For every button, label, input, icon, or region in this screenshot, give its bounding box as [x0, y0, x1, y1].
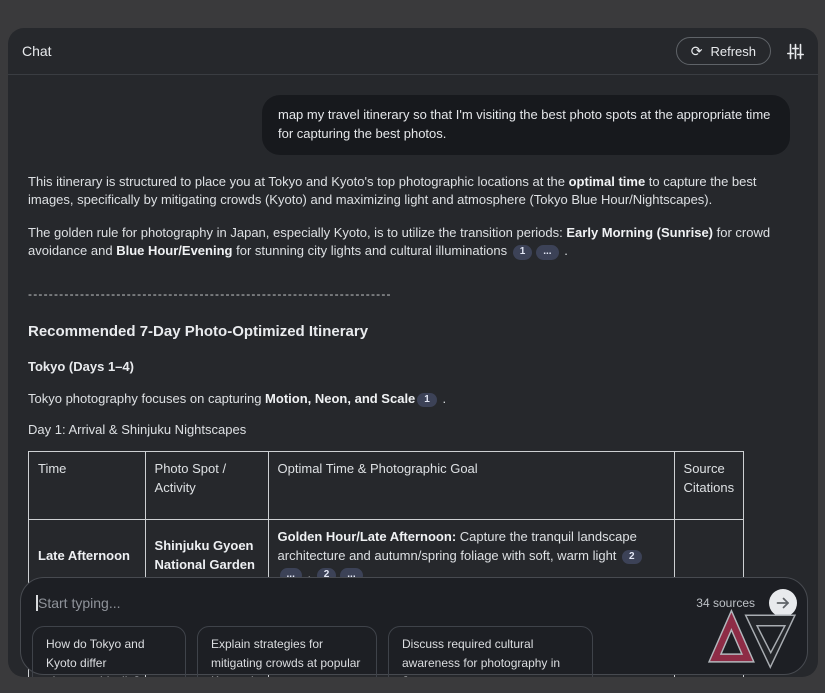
bold-text: Blue Hour/Evening [116, 243, 232, 258]
composer-panel: 34 sources How do Tokyo and Kyoto differ… [20, 577, 808, 675]
assistant-paragraph: This itinerary is structured to place yo… [28, 173, 798, 210]
refresh-button[interactable]: ⟳ Refresh [676, 37, 771, 65]
suggestion-chip[interactable]: Explain strategies for mitigating crowds… [197, 626, 377, 677]
column-header-citations: Source Citations [674, 452, 744, 520]
suggestion-chips: How do Tokyo and Kyoto differ photograph… [21, 619, 807, 677]
assistant-paragraph: The golden rule for photography in Japan… [28, 224, 798, 261]
column-header-time: Time [29, 452, 146, 520]
bold-text: optimal time [569, 174, 646, 189]
citation-chip[interactable]: 1 [417, 393, 437, 408]
chat-input[interactable] [38, 595, 688, 611]
user-message-bubble: map my travel itinerary so that I'm visi… [262, 95, 790, 155]
bold-text: Golden Hour/Late Afternoon: [278, 529, 457, 544]
citation-chip[interactable]: ... [536, 245, 558, 260]
column-header-spot: Photo Spot / Activity [145, 452, 268, 520]
tokyo-days-subheading: Tokyo (Days 1–4) [28, 359, 798, 374]
column-header-goal: Optimal Time & Photographic Goal [268, 452, 674, 520]
chat-panel: Chat ⟳ Refresh map my travel itinerary s… [8, 28, 818, 677]
tune-icon [787, 43, 804, 60]
page-title: Chat [22, 43, 52, 59]
citation-chip[interactable]: 1 [513, 245, 533, 260]
table-header-row: Time Photo Spot / Activity Optimal Time … [29, 452, 744, 520]
suggestion-chip[interactable]: How do Tokyo and Kyoto differ photograph… [32, 626, 186, 677]
compose-row: 34 sources [21, 578, 807, 619]
bold-text: Early Morning (Sunrise) [566, 225, 713, 240]
day1-heading: Day 1: Arrival & Shinjuku Nightscapes [28, 421, 798, 439]
android-police-logo [706, 607, 798, 671]
suggestion-chip[interactable]: Discuss required cultural awareness for … [388, 626, 593, 677]
itinerary-heading: Recommended 7-Day Photo-Optimized Itiner… [28, 323, 798, 340]
assistant-paragraph: Tokyo photography focuses on capturing M… [28, 390, 798, 409]
chat-header: Chat ⟳ Refresh [8, 28, 818, 75]
refresh-button-label: Refresh [710, 44, 756, 59]
chat-settings-button[interactable] [787, 43, 804, 60]
bold-text: Motion, Neon, and Scale [265, 391, 415, 406]
refresh-icon: ⟳ [691, 44, 703, 58]
message-divider: ----------------------------------------… [28, 287, 798, 301]
citation-chip[interactable]: 2 [622, 550, 642, 565]
